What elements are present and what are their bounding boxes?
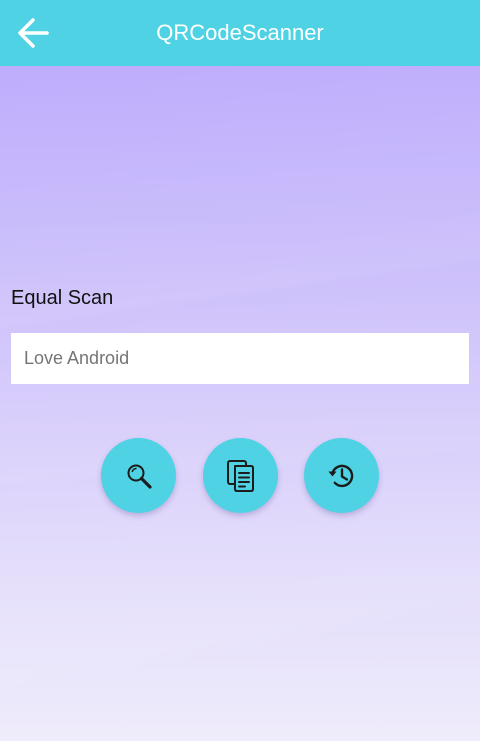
history-icon (328, 464, 353, 487)
app-toolbar: QRCodeScanner (0, 0, 480, 66)
search-icon (127, 464, 152, 489)
copy-button[interactable] (203, 438, 278, 513)
document-copy-icon (226, 459, 254, 492)
arrow-back-icon (18, 18, 49, 48)
toolbar-title: QRCodeScanner (156, 20, 324, 45)
app-screen: QRCodeScanner Equal Scan (0, 0, 480, 741)
history-button[interactable] (304, 438, 379, 513)
scan-text-input[interactable] (11, 333, 469, 384)
scan-label: Equal Scan (11, 287, 114, 309)
back-button[interactable] (0, 0, 66, 66)
search-button[interactable] (101, 438, 176, 513)
